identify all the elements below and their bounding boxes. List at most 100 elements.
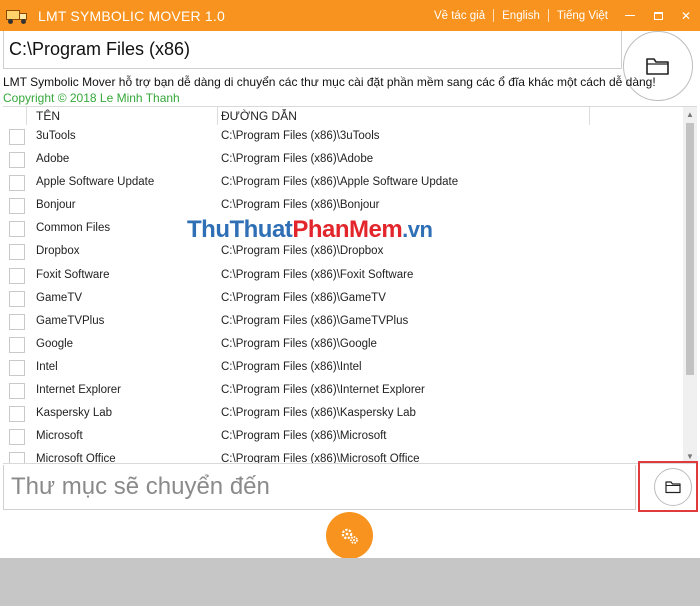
destination-box [3, 465, 636, 510]
folder-icon [646, 58, 669, 75]
folder-rows: 3uTools C:\Program Files (x86)\3uTools Ado… [3, 126, 683, 464]
source-path-input[interactable] [4, 31, 621, 68]
minimize-button[interactable] [616, 0, 644, 31]
row-checkbox[interactable] [9, 198, 25, 215]
table-row[interactable]: Foxit Software C:\Program Files (x86)\Fox… [3, 265, 683, 288]
english-link[interactable]: English [494, 10, 548, 22]
move-button[interactable] [326, 512, 373, 559]
row-path: C:\Program Files (x86)\Kaspersky Lab [221, 407, 416, 420]
destination-input[interactable] [4, 465, 635, 509]
column-header-name[interactable]: TÊN [36, 109, 60, 123]
scroll-up-icon[interactable]: ▲ [683, 107, 697, 121]
folder-list: TÊN ĐƯỜNG DẪN 3uTools C:\Program Files (x… [3, 106, 697, 464]
row-path: C:\Program Files (x86)\Google [221, 337, 377, 350]
row-name: GameTV [36, 291, 83, 304]
row-checkbox[interactable] [9, 452, 25, 463]
table-row[interactable]: Apple Software Update C:\Program Files (x… [3, 172, 683, 195]
title-links: Về tác giả English Tiếng Việt [426, 0, 616, 31]
app-description: LMT Symbolic Mover hỗ trợ bạn dễ dàng di… [3, 75, 656, 89]
row-checkbox[interactable] [9, 313, 25, 330]
row-name: Bonjour [36, 199, 76, 212]
table-row[interactable]: Intel C:\Program Files (x86)\Intel [3, 357, 683, 380]
row-path: C:\Program Files (x86)\GameTV [221, 291, 386, 304]
browse-destination-button[interactable] [654, 468, 692, 506]
row-path: C:\Program Files (x86)\Internet Explorer [221, 384, 425, 397]
title-bar: LMT SYMBOLIC MOVER 1.0 Về tác giả Englis… [0, 0, 700, 31]
maximize-button[interactable] [644, 0, 672, 31]
row-path: C:\Program Files (x86)\Apple Software Up… [221, 176, 459, 189]
row-path: C:\Program Files (x86)\Dropbox [221, 245, 384, 258]
table-row[interactable]: Dropbox C:\Program Files (x86)\Dropbox [3, 241, 683, 264]
app-title: LMT SYMBOLIC MOVER 1.0 [38, 7, 225, 24]
row-name: Kaspersky Lab [36, 407, 113, 420]
table-row[interactable]: Kaspersky Lab C:\Program Files (x86)\Kasp… [3, 403, 683, 426]
table-row[interactable]: Bonjour C:\Program Files (x86)\Bonjour [3, 195, 683, 218]
row-path: C:\Program Files (x86)\Foxit Software [221, 268, 414, 281]
row-name: Internet Explorer [36, 384, 122, 397]
table-row[interactable]: GameTV C:\Program Files (x86)\GameTV [3, 288, 683, 311]
row-checkbox[interactable] [9, 152, 25, 169]
row-path: C:\Program Files (x86)\GameTVPlus [221, 314, 409, 327]
column-header-path[interactable]: ĐƯỜNG DẪN [221, 109, 297, 123]
close-button[interactable]: ✕ [672, 0, 700, 31]
watermark-part1: ThuThuat [187, 216, 293, 243]
row-path: C:\Program Files (x86)\Adobe [221, 153, 374, 166]
table-row[interactable]: Microsoft C:\Program Files (x86)\Microsof… [3, 426, 683, 449]
row-name: Microsoft [36, 430, 83, 443]
browse-source-button[interactable] [623, 31, 693, 101]
row-name: Common Files [36, 222, 111, 235]
watermark-part2: PhanMem [292, 216, 403, 243]
gears-icon [341, 528, 358, 544]
row-name: Google [36, 337, 74, 350]
row-checkbox[interactable] [9, 336, 25, 353]
row-checkbox[interactable] [9, 290, 25, 307]
scroll-thumb[interactable] [686, 123, 694, 375]
vertical-scrollbar[interactable]: ▲ ▼ [683, 107, 697, 463]
watermark: ThuThuatPhanMem.vn [187, 216, 433, 244]
row-name: Apple Software Update [36, 176, 155, 189]
table-row[interactable]: GameTVPlus C:\Program Files (x86)\GameTVP… [3, 311, 683, 334]
row-checkbox[interactable] [9, 175, 25, 192]
row-name: Microsoft Office [36, 453, 116, 464]
row-path: C:\Program Files (x86)\Microsoft Office [221, 453, 420, 464]
source-path-box [3, 31, 622, 69]
minimize-icon [625, 15, 635, 16]
row-path: C:\Program Files (x86)\Bonjour [221, 199, 380, 212]
row-path: C:\Program Files (x86)\Microsoft [221, 430, 387, 443]
column-divider [589, 107, 590, 125]
row-name: Intel [36, 360, 58, 373]
row-path: C:\Program Files (x86)\Intel [221, 360, 362, 373]
row-name: 3uTools [36, 130, 76, 142]
column-divider [217, 107, 218, 125]
table-row[interactable]: Google C:\Program Files (x86)\Google [3, 334, 683, 357]
row-name: Foxit Software [36, 268, 110, 281]
folder-icon [665, 481, 681, 494]
row-checkbox[interactable] [9, 244, 25, 261]
maximize-icon [653, 11, 663, 20]
footer-bar [0, 558, 700, 606]
close-icon: ✕ [680, 8, 692, 23]
row-checkbox[interactable] [9, 267, 25, 284]
window-controls: ✕ [616, 0, 700, 31]
row-name: Adobe [36, 153, 70, 166]
list-header: TÊN ĐƯỜNG DẪN [3, 107, 683, 125]
row-checkbox[interactable] [9, 359, 25, 376]
table-row[interactable]: Internet Explorer C:\Program Files (x86)\… [3, 380, 683, 403]
truck-icon [6, 8, 28, 24]
row-checkbox[interactable] [9, 129, 25, 145]
vietnamese-link[interactable]: Tiếng Việt [549, 10, 616, 22]
row-path: C:\Program Files (x86)\3uTools [221, 130, 380, 142]
row-checkbox[interactable] [9, 383, 25, 400]
column-divider [26, 107, 27, 125]
table-row[interactable]: 3uTools C:\Program Files (x86)\3uTools [3, 126, 683, 149]
row-checkbox[interactable] [9, 429, 25, 446]
row-name: GameTVPlus [36, 314, 105, 327]
copyright-text: Copyright © 2018 Le Minh Thanh [3, 91, 180, 105]
row-checkbox[interactable] [9, 406, 25, 423]
table-row[interactable]: Microsoft Office C:\Program Files (x86)\M… [3, 449, 683, 464]
row-name: Dropbox [36, 245, 80, 258]
row-checkbox[interactable] [9, 221, 25, 238]
table-row[interactable]: Adobe C:\Program Files (x86)\Adobe [3, 149, 683, 172]
watermark-part3: .vn [402, 217, 433, 242]
about-author-link[interactable]: Về tác giả [426, 10, 493, 22]
